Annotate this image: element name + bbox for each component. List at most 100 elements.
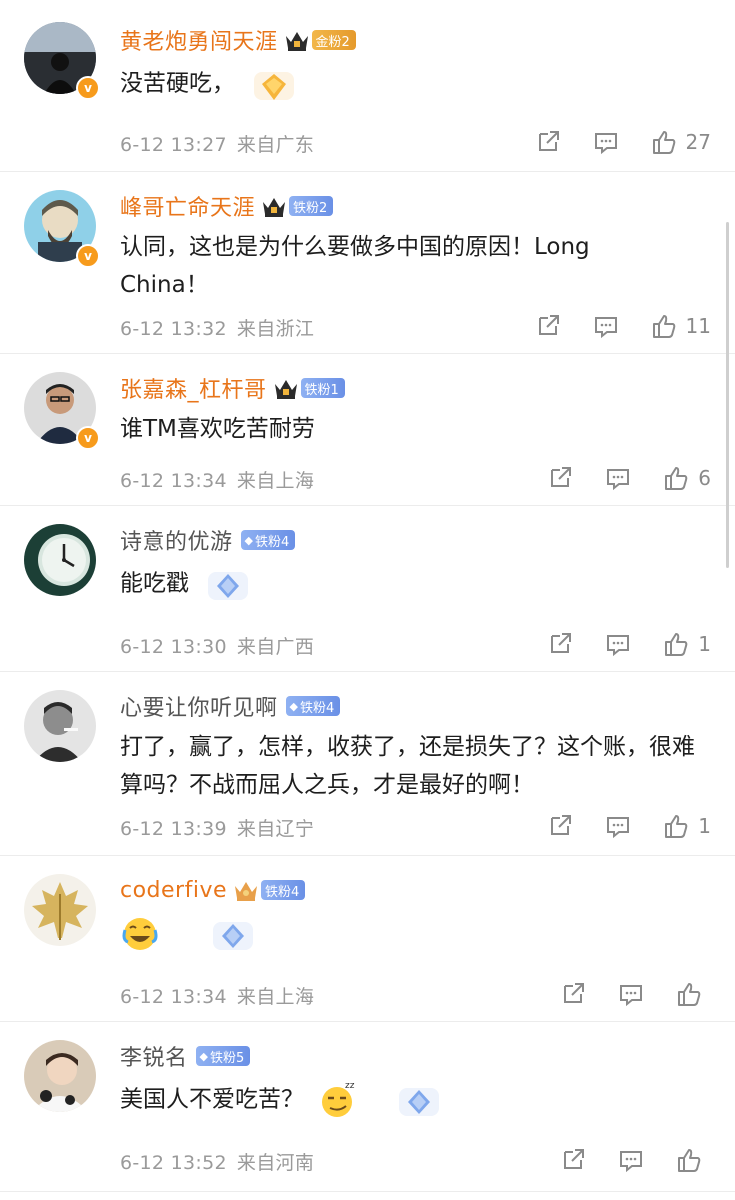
comment-actions: 1: [546, 812, 711, 840]
comment-text: 没苦硬吃，: [120, 62, 710, 106]
thumbs-up-icon: [662, 812, 690, 840]
comment-icon[interactable]: [617, 980, 645, 1008]
like-button[interactable]: 1: [662, 630, 711, 658]
share-icon[interactable]: [534, 312, 562, 340]
comment-icon[interactable]: [592, 128, 620, 156]
fan-badge: ◆ 铁粉5: [195, 1046, 251, 1066]
thumbs-up-icon: [675, 1146, 703, 1174]
thumbs-up-icon: [662, 464, 690, 492]
fan-badge: ◆ 铁粉4: [240, 530, 296, 550]
like-button[interactable]: 11: [650, 312, 711, 340]
like-button[interactable]: [675, 1146, 711, 1174]
diamond-icon: ◆: [199, 1049, 208, 1063]
like-count: 1: [698, 632, 711, 656]
comment-text: 谁TM喜欢吃苦耐劳: [120, 416, 315, 442]
comment-actions: 27: [534, 128, 711, 156]
sticker-icon: [397, 1078, 441, 1122]
comment-text: [120, 912, 710, 956]
comment-item: v 峰哥亡命天涯 铁粉2 认同，这也是为什么要做多中国的原因！Long Chin…: [0, 172, 735, 354]
svg-text:zz: zz: [345, 1081, 355, 1091]
share-icon[interactable]: [546, 812, 574, 840]
comment-item: v 黄老炮勇闯天涯 金粉2 没苦硬吃， 6-12 13:27 来自广东 27: [0, 0, 735, 172]
comment-meta: 6-12 13:39 来自辽宁: [120, 818, 315, 840]
comment-actions: [559, 1146, 711, 1174]
thumbs-up-icon: [662, 630, 690, 658]
comment-item: 李锐名 ◆ 铁粉5 美国人不爱吃苦？ zz 6-12 13:52 来自河南: [0, 1022, 735, 1192]
comment-actions: 1: [546, 630, 711, 658]
like-button[interactable]: 1: [662, 812, 711, 840]
user-name[interactable]: 心要让你听见啊: [120, 690, 278, 722]
user-name-row: 心要让你听见啊 ◆ 铁粉4: [120, 690, 341, 722]
user-name[interactable]: 张嘉森_杠杆哥: [120, 372, 267, 404]
crown-icon: [284, 28, 310, 52]
user-name[interactable]: 诗意的优游: [120, 524, 233, 556]
avatar[interactable]: [24, 1040, 96, 1112]
user-name-row: 张嘉森_杠杆哥 铁粉1: [120, 372, 345, 404]
diamond-icon: ◆: [289, 699, 298, 713]
verified-badge-icon: v: [76, 76, 100, 100]
like-button[interactable]: 27: [650, 128, 711, 156]
thumbs-up-icon: [650, 128, 678, 156]
scrollbar[interactable]: [726, 222, 729, 568]
smirk-emoji-icon: zz: [315, 1078, 359, 1122]
comment-text: 打了，赢了，怎样，收获了，还是损失了？这个账，很难算吗？不战而屈人之兵，才是最好…: [120, 734, 695, 798]
user-name[interactable]: 黄老炮勇闯天涯: [120, 24, 278, 56]
share-icon[interactable]: [546, 464, 574, 492]
comment-meta: 6-12 13:30 来自广西: [120, 636, 315, 658]
fan-badge: ◆ 铁粉4: [285, 696, 341, 716]
thumbs-up-icon: [650, 312, 678, 340]
like-button[interactable]: [675, 980, 711, 1008]
user-name-row: coderfive 铁粉4: [120, 874, 306, 906]
like-count: 11: [685, 314, 711, 338]
laughing-crying-emoji-icon: [120, 912, 164, 956]
comment-actions: 11: [534, 312, 711, 340]
comment-text: 认同，这也是为什么要做多中国的原因！Long China！: [120, 234, 590, 298]
share-icon[interactable]: [546, 630, 574, 658]
like-count: 6: [698, 466, 711, 490]
share-icon[interactable]: [534, 128, 562, 156]
comment-icon[interactable]: [604, 812, 632, 840]
like-button[interactable]: 6: [662, 464, 711, 492]
comment-icon[interactable]: [592, 312, 620, 340]
sticker-icon: [252, 62, 296, 106]
comment-icon[interactable]: [617, 1146, 645, 1174]
comment-meta: 6-12 13:27 来自广东: [120, 134, 315, 156]
comment-meta: 6-12 13:34 来自上海: [120, 986, 315, 1008]
fan-badge: 铁粉4: [261, 880, 306, 900]
crown-icon: [273, 376, 299, 400]
verified-badge-icon: v: [76, 244, 100, 268]
diamond-icon: ◆: [244, 533, 253, 547]
user-name[interactable]: 峰哥亡命天涯: [120, 190, 255, 222]
like-count: 1: [698, 814, 711, 838]
comment-meta: 6-12 13:34 来自上海: [120, 470, 315, 492]
avatar[interactable]: [24, 874, 96, 946]
comment-icon[interactable]: [604, 630, 632, 658]
comment-item: 诗意的优游 ◆ 铁粉4 能吃戳 6-12 13:30 来自广西 1: [0, 506, 735, 672]
user-name-row: 峰哥亡命天涯 铁粉2: [120, 190, 334, 222]
crown-icon: [261, 194, 287, 218]
comment-meta: 6-12 13:52 来自河南: [120, 1152, 315, 1174]
user-name[interactable]: coderfive: [120, 878, 227, 903]
comment-actions: [559, 980, 711, 1008]
like-count: 27: [685, 130, 711, 154]
share-icon[interactable]: [559, 1146, 587, 1174]
fan-badge: 铁粉2: [289, 196, 334, 216]
fan-badge: 金粉2: [311, 30, 356, 50]
comment-meta: 6-12 13:32 来自浙江: [120, 318, 315, 340]
comment-text: 能吃戳: [120, 562, 710, 606]
thumbs-up-icon: [675, 980, 703, 1008]
comment-item: v 张嘉森_杠杆哥 铁粉1 谁TM喜欢吃苦耐劳 6-12 13:34 来自上海 6: [0, 354, 735, 506]
comment-icon[interactable]: [604, 464, 632, 492]
comment-item: coderfive 铁粉4 6-12 13:34 来自上海: [0, 856, 735, 1022]
sticker-icon: [211, 912, 255, 956]
user-name-row: 黄老炮勇闯天涯 金粉2: [120, 24, 356, 56]
user-name-row: 诗意的优游 ◆ 铁粉4: [120, 524, 296, 556]
crown-icon: [233, 878, 259, 902]
avatar[interactable]: [24, 524, 96, 596]
share-icon[interactable]: [559, 980, 587, 1008]
sticker-icon: [206, 562, 250, 606]
comment-item: 心要让你听见啊 ◆ 铁粉4 打了，赢了，怎样，收获了，还是损失了？这个账，很难算吗…: [0, 672, 735, 856]
avatar[interactable]: [24, 690, 96, 762]
user-name[interactable]: 李锐名: [120, 1040, 188, 1072]
user-name-row: 李锐名 ◆ 铁粉5: [120, 1040, 251, 1072]
